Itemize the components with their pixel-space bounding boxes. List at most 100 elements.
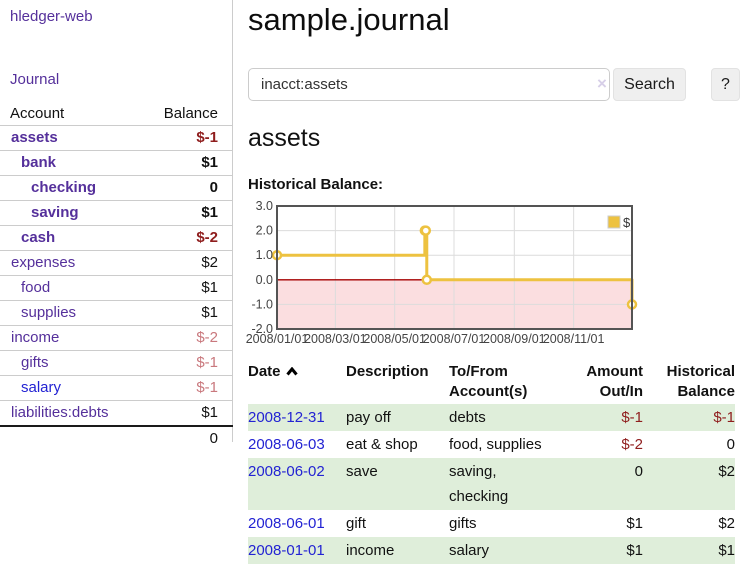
register-header-description: Description [346, 362, 449, 404]
account-balance: $-2 [196, 329, 218, 346]
account-balance: $-1 [196, 354, 218, 371]
account-link[interactable]: assets [11, 129, 58, 146]
account-row: expenses $2 [0, 251, 233, 276]
account-row: income $-2 [0, 326, 233, 351]
transaction-row: 2008-01-01incomesalary$1$1 [248, 537, 735, 564]
account-balance: $1 [201, 204, 218, 221]
account-balance: $-1 [196, 129, 218, 146]
accounts-total-balance: 0 [142, 426, 233, 451]
account-row: checking0 [0, 176, 233, 201]
accounts-table: Account Balance assets$-1bank$1checking0… [0, 103, 233, 451]
account-link[interactable]: income [11, 329, 59, 346]
historical-balance-chart[interactable]: $3.02.01.00.0-1.0-2.02008/01/012008/03/0… [248, 202, 742, 352]
register-header-accounts: To/From Account(s) [449, 362, 558, 404]
accounts-header-balance: Balance [142, 103, 233, 126]
account-row: assets $-1 [0, 126, 233, 151]
transaction-balance: $-1 [643, 404, 735, 431]
transaction-accounts: food, supplies [449, 431, 558, 458]
transaction-date-link[interactable]: 2008-06-02 [248, 463, 325, 480]
account-link[interactable]: liabilities:debts [11, 404, 109, 421]
account-heading: assets [248, 124, 320, 153]
app-brand-link[interactable]: hledger-web [10, 8, 93, 25]
transaction-date-link[interactable]: 2008-06-01 [248, 515, 325, 532]
transaction-description: pay off [346, 404, 449, 431]
transaction-row: 2008-06-02 savesaving, checking0$2 [248, 458, 735, 510]
account-row: supplies $1 [0, 301, 233, 326]
accounts-total-row: 0 [0, 426, 233, 451]
transaction-accounts: gifts [449, 510, 558, 537]
account-row: saving $1 [0, 201, 233, 226]
register-header-balance: Historical Balance [643, 362, 735, 404]
transaction-balance: 0 [643, 431, 735, 458]
account-row: bank$1 [0, 151, 233, 176]
transaction-date-link[interactable]: 2008-12-31 [248, 409, 325, 426]
x-axis-tick-label: 2008/11/01 [543, 332, 605, 346]
chart-title: Historical Balance: [248, 176, 383, 193]
account-link[interactable]: checking [31, 179, 96, 196]
x-axis-tick-label: 2008/07/01 [423, 332, 486, 346]
account-link[interactable]: supplies [21, 304, 76, 321]
x-axis-tick-label: 2008/05/01 [363, 332, 426, 346]
transaction-row: 2008-06-01 giftgifts$1$2 [248, 510, 735, 537]
account-row: liabilities:debts $1 [0, 401, 233, 427]
transaction-accounts: saving, checking [449, 458, 558, 510]
y-axis-tick-label: 2.0 [256, 224, 273, 238]
account-row: gifts $-1 [0, 351, 233, 376]
sidebar: hledger-web Journal Account Balance asse… [0, 0, 233, 442]
account-balance: $1 [201, 304, 218, 321]
sidebar-item-journal[interactable]: Journal [10, 71, 59, 88]
account-balance: $1 [201, 404, 218, 421]
y-axis-tick-label: 0.0 [256, 273, 273, 287]
transaction-description: eat & shop [346, 431, 449, 458]
transaction-date-link[interactable]: 2008-01-01 [248, 542, 325, 559]
transaction-accounts: salary [449, 537, 558, 564]
y-axis-tick-label: 1.0 [256, 248, 273, 262]
account-balance: $-1 [196, 379, 218, 396]
y-axis-tick-label: 3.0 [256, 199, 273, 213]
transaction-balance: $1 [643, 537, 735, 564]
account-row: salary $-1 [0, 376, 233, 401]
page-title: sample.journal [248, 2, 450, 38]
sort-ascending-icon [286, 367, 298, 376]
account-balance: $1 [201, 279, 218, 296]
transaction-accounts: debts [449, 404, 558, 431]
account-link[interactable]: food [21, 279, 50, 296]
account-row: food $1 [0, 276, 233, 301]
account-link[interactable]: cash [21, 229, 55, 246]
x-axis-tick-label: 2008/03/01 [304, 332, 367, 346]
transaction-amount: $1 [558, 537, 643, 564]
account-balance: $2 [201, 254, 218, 271]
account-link[interactable]: gifts [21, 354, 49, 371]
help-button[interactable]: ? [711, 68, 740, 101]
search-button[interactable]: Search [613, 68, 686, 101]
main-panel: sample.journal × Search ? assets Histori… [248, 0, 742, 582]
transaction-balance: $2 [643, 458, 735, 510]
transaction-amount: $-1 [558, 404, 643, 431]
transaction-row: 2008-12-31pay offdebts$-1$-1 [248, 404, 735, 431]
x-axis-tick-label: 2008/01/01 [246, 332, 309, 346]
accounts-header-account: Account [0, 103, 142, 126]
search-input[interactable] [248, 68, 610, 101]
account-link[interactable]: expenses [11, 254, 75, 271]
account-link[interactable]: saving [31, 204, 79, 221]
transaction-row: 2008-06-03 eat & shopfood, supplies$-20 [248, 431, 735, 458]
y-axis-tick-label: -1.0 [251, 297, 273, 311]
x-axis-tick-label: 2008/09/01 [483, 332, 546, 346]
account-link[interactable]: bank [21, 154, 56, 171]
account-balance: $-2 [196, 229, 218, 246]
transaction-amount: $1 [558, 510, 643, 537]
clear-search-icon[interactable]: × [592, 74, 612, 94]
transaction-amount: 0 [558, 458, 643, 510]
register-header-row: Date Description To/From Account(s) Amou… [248, 362, 735, 404]
transaction-balance: $2 [643, 510, 735, 537]
accounts-header-row: Account Balance [0, 103, 233, 126]
register-table: Date Description To/From Account(s) Amou… [248, 362, 735, 564]
transaction-description: gift [346, 510, 449, 537]
account-link[interactable]: salary [21, 379, 61, 396]
transaction-amount: $-2 [558, 431, 643, 458]
transaction-date-link[interactable]: 2008-06-03 [248, 436, 325, 453]
register-header-amount: Amount Out/In [558, 362, 643, 404]
transaction-description: save [346, 458, 449, 510]
register-header-date[interactable]: Date [248, 362, 346, 404]
account-row: cash $-2 [0, 226, 233, 251]
